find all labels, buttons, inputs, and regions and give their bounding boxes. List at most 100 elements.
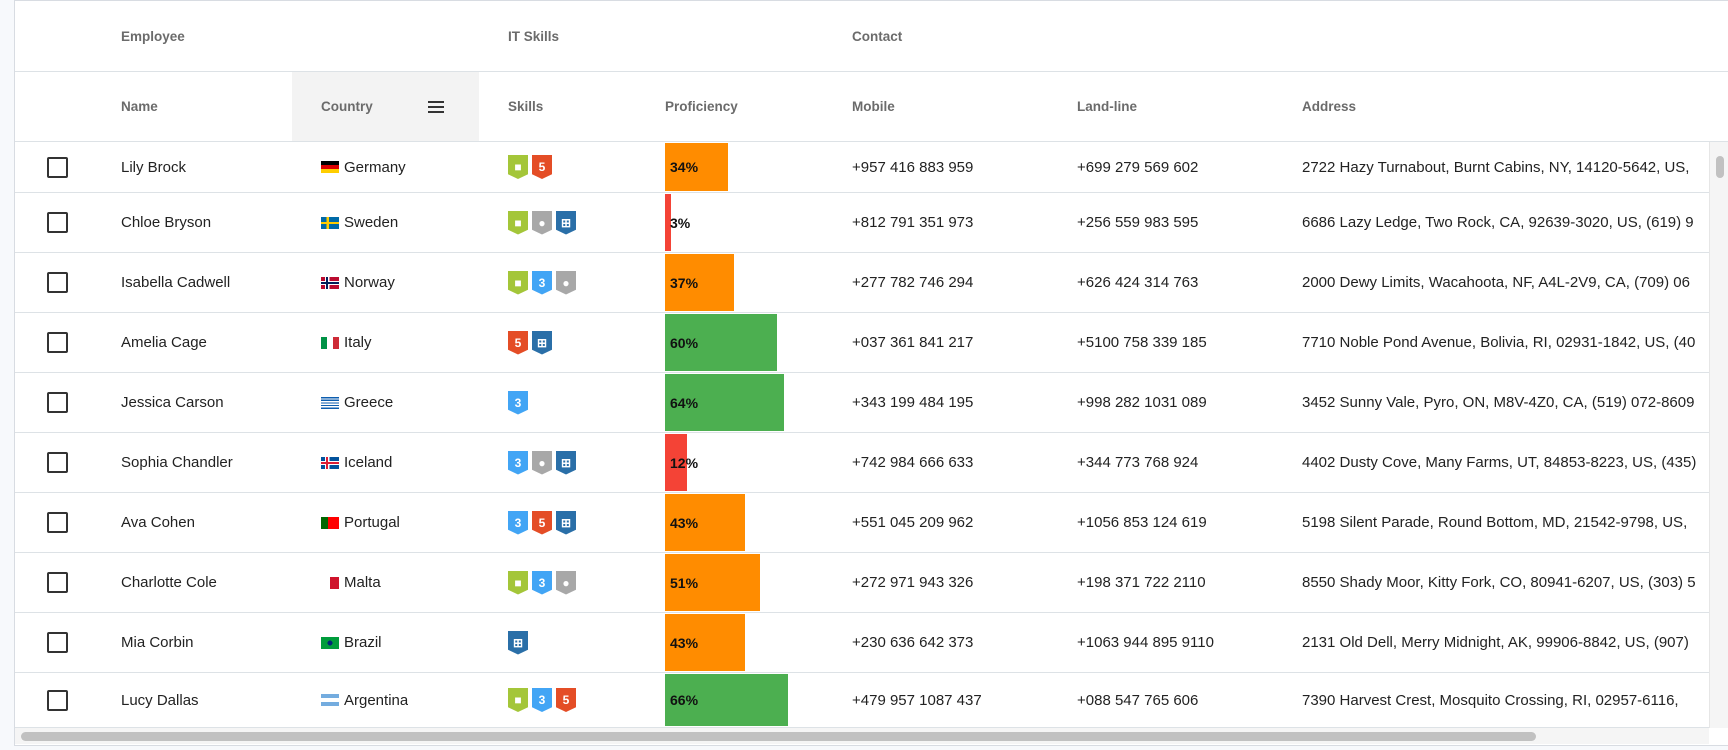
css3-icon: 3 xyxy=(532,570,552,595)
vertical-scrollbar-thumb[interactable] xyxy=(1716,156,1724,178)
header-landline[interactable]: Land-line xyxy=(1077,72,1137,141)
css3-icon: 3 xyxy=(508,510,528,535)
name-cell: Mia Corbin xyxy=(121,634,194,651)
row-checkbox[interactable] xyxy=(47,512,68,533)
windows-icon: ⊞ xyxy=(556,510,576,535)
address-cell: 2131 Old Dell, Merry Midnight, AK, 99906… xyxy=(1302,634,1689,651)
skills-cell: ■ ● ⊞ xyxy=(508,193,580,252)
row-checkbox[interactable] xyxy=(47,332,68,353)
row-checkbox[interactable] xyxy=(47,156,68,178)
mac-icon: ● xyxy=(532,450,552,475)
skills-cell: ■ 3 ● xyxy=(508,553,580,612)
mobile-cell: +272 971 943 326 xyxy=(852,574,974,591)
row-select-cell xyxy=(47,313,68,372)
table-row[interactable]: Ava Cohen Portugal 3 5 ⊞ 43% +551 045 209 … xyxy=(15,493,1709,553)
menu-icon[interactable] xyxy=(428,101,444,113)
country-label: Iceland xyxy=(344,454,393,471)
table-row[interactable]: Mia Corbin Brazil ⊞ 43% +230 636 642 373… xyxy=(15,613,1709,673)
horizontal-scrollbar-thumb[interactable] xyxy=(21,732,1536,741)
proficiency-cell: 43% xyxy=(665,613,851,672)
proficiency-label: 64% xyxy=(670,394,699,411)
mobile-cell: +957 416 883 959 xyxy=(852,158,974,176)
html5-icon: 5 xyxy=(508,330,528,355)
proficiency-label: 66% xyxy=(670,692,699,708)
mobile-cell: +037 361 841 217 xyxy=(852,334,974,351)
row-select-cell xyxy=(47,673,68,727)
address-cell: 2722 Hazy Turnabout, Burnt Cabins, NY, 1… xyxy=(1302,158,1690,176)
table-row[interactable]: Isabella Cadwell Norway ■ 3 ● 37% +277 782… xyxy=(15,253,1709,313)
name-cell: Jessica Carson xyxy=(121,394,224,411)
row-checkbox[interactable] xyxy=(47,272,68,293)
windows-icon: ⊞ xyxy=(556,450,576,475)
row-checkbox[interactable] xyxy=(47,452,68,473)
windows-icon: ⊞ xyxy=(508,630,528,655)
header-proficiency[interactable]: Proficiency xyxy=(665,72,738,141)
html5-icon: 5 xyxy=(556,688,576,712)
row-select-cell xyxy=(47,193,68,252)
skills-cell: ■ 5 xyxy=(508,142,556,192)
employee-grid: Employee IT Skills Contact Name Country … xyxy=(14,0,1728,746)
row-checkbox[interactable] xyxy=(47,392,68,413)
header-name[interactable]: Name xyxy=(121,72,158,141)
table-row[interactable]: Amelia Cage Italy 5 ⊞ 60% +037 361 841 21… xyxy=(15,313,1709,373)
row-select-cell xyxy=(47,493,68,552)
group-header-contact: Contact xyxy=(852,28,903,44)
column-header-row: Name Country Skills Proficiency Mobile L… xyxy=(15,72,1728,142)
header-skills[interactable]: Skills xyxy=(508,72,543,141)
row-checkbox[interactable] xyxy=(47,572,68,593)
name-cell: Lily Brock xyxy=(121,158,187,176)
row-checkbox[interactable] xyxy=(47,632,68,653)
mobile-cell: +277 782 746 294 xyxy=(852,274,974,291)
row-checkbox[interactable] xyxy=(47,689,68,711)
header-country[interactable]: Country xyxy=(292,72,479,141)
country-label: Sweden xyxy=(344,214,399,231)
landline-cell: +1056 853 124 619 xyxy=(1077,514,1207,531)
country-cell: Malta xyxy=(321,553,381,612)
row-checkbox[interactable] xyxy=(47,212,68,233)
country-cell: Norway xyxy=(321,253,395,312)
css3-icon: 3 xyxy=(532,270,552,295)
table-row[interactable]: Sophia Chandler Iceland 3 ● ⊞ 12% +742 984… xyxy=(15,433,1709,493)
android-icon: ■ xyxy=(508,270,528,295)
table-row[interactable]: Lily Brock Germany ■ 5 34% +957 416 883 9… xyxy=(15,142,1709,193)
country-label: Argentina xyxy=(344,691,409,709)
table-row[interactable]: Charlotte Cole Malta ■ 3 ● 51% +272 971 94… xyxy=(15,553,1709,613)
table-row[interactable]: Lucy Dallas Argentina ■ 3 5 66% +479 957 1… xyxy=(15,673,1709,728)
row-select-cell xyxy=(47,253,68,312)
address-cell: 3452 Sunny Vale, Pyro, ON, M8V-4Z0, CA, … xyxy=(1302,394,1695,411)
country-label: Brazil xyxy=(344,634,382,651)
proficiency-cell: 37% xyxy=(665,253,851,312)
country-cell: Iceland xyxy=(321,433,392,492)
group-header-it-skills: IT Skills xyxy=(508,28,560,44)
table-row[interactable]: Jessica Carson Greece 3 64% +343 199 484… xyxy=(15,373,1709,433)
mobile-cell: +551 045 209 962 xyxy=(852,514,974,531)
table-row[interactable]: Chloe Bryson Sweden ■ ● ⊞ 3% +812 791 351 … xyxy=(15,193,1709,253)
landline-cell: +699 279 569 602 xyxy=(1077,158,1199,176)
flag-de-icon xyxy=(321,161,339,173)
proficiency-label: 43% xyxy=(670,634,699,651)
proficiency-cell: 51% xyxy=(665,553,851,612)
landline-cell: +344 773 768 924 xyxy=(1077,454,1199,471)
address-cell: 5198 Silent Parade, Round Bottom, MD, 21… xyxy=(1302,514,1688,531)
horizontal-scrollbar[interactable] xyxy=(15,728,1709,744)
header-address[interactable]: Address xyxy=(1302,72,1356,141)
header-country-label: Country xyxy=(321,99,373,114)
vertical-scrollbar[interactable] xyxy=(1709,142,1728,728)
name-cell: Lucy Dallas xyxy=(121,691,199,709)
flag-it-icon xyxy=(321,336,339,349)
proficiency-label: 60% xyxy=(670,334,699,351)
country-cell: Brazil xyxy=(321,613,382,672)
skills-cell: ■ 3 ● xyxy=(508,253,580,312)
address-cell: 4402 Dusty Cove, Many Farms, UT, 84853-8… xyxy=(1302,454,1697,471)
header-mobile[interactable]: Mobile xyxy=(852,72,895,141)
group-header-row: Employee IT Skills Contact xyxy=(15,1,1728,72)
windows-icon: ⊞ xyxy=(556,210,576,235)
android-icon: ■ xyxy=(508,155,528,179)
windows-icon: ⊞ xyxy=(532,330,552,355)
name-cell: Ava Cohen xyxy=(121,514,195,531)
country-label: Greece xyxy=(344,394,394,411)
skills-cell: ■ 3 5 xyxy=(508,673,580,727)
skills-cell: 3 ● ⊞ xyxy=(508,433,580,492)
landline-cell: +998 282 1031 089 xyxy=(1077,394,1207,411)
country-label: Germany xyxy=(344,158,406,176)
